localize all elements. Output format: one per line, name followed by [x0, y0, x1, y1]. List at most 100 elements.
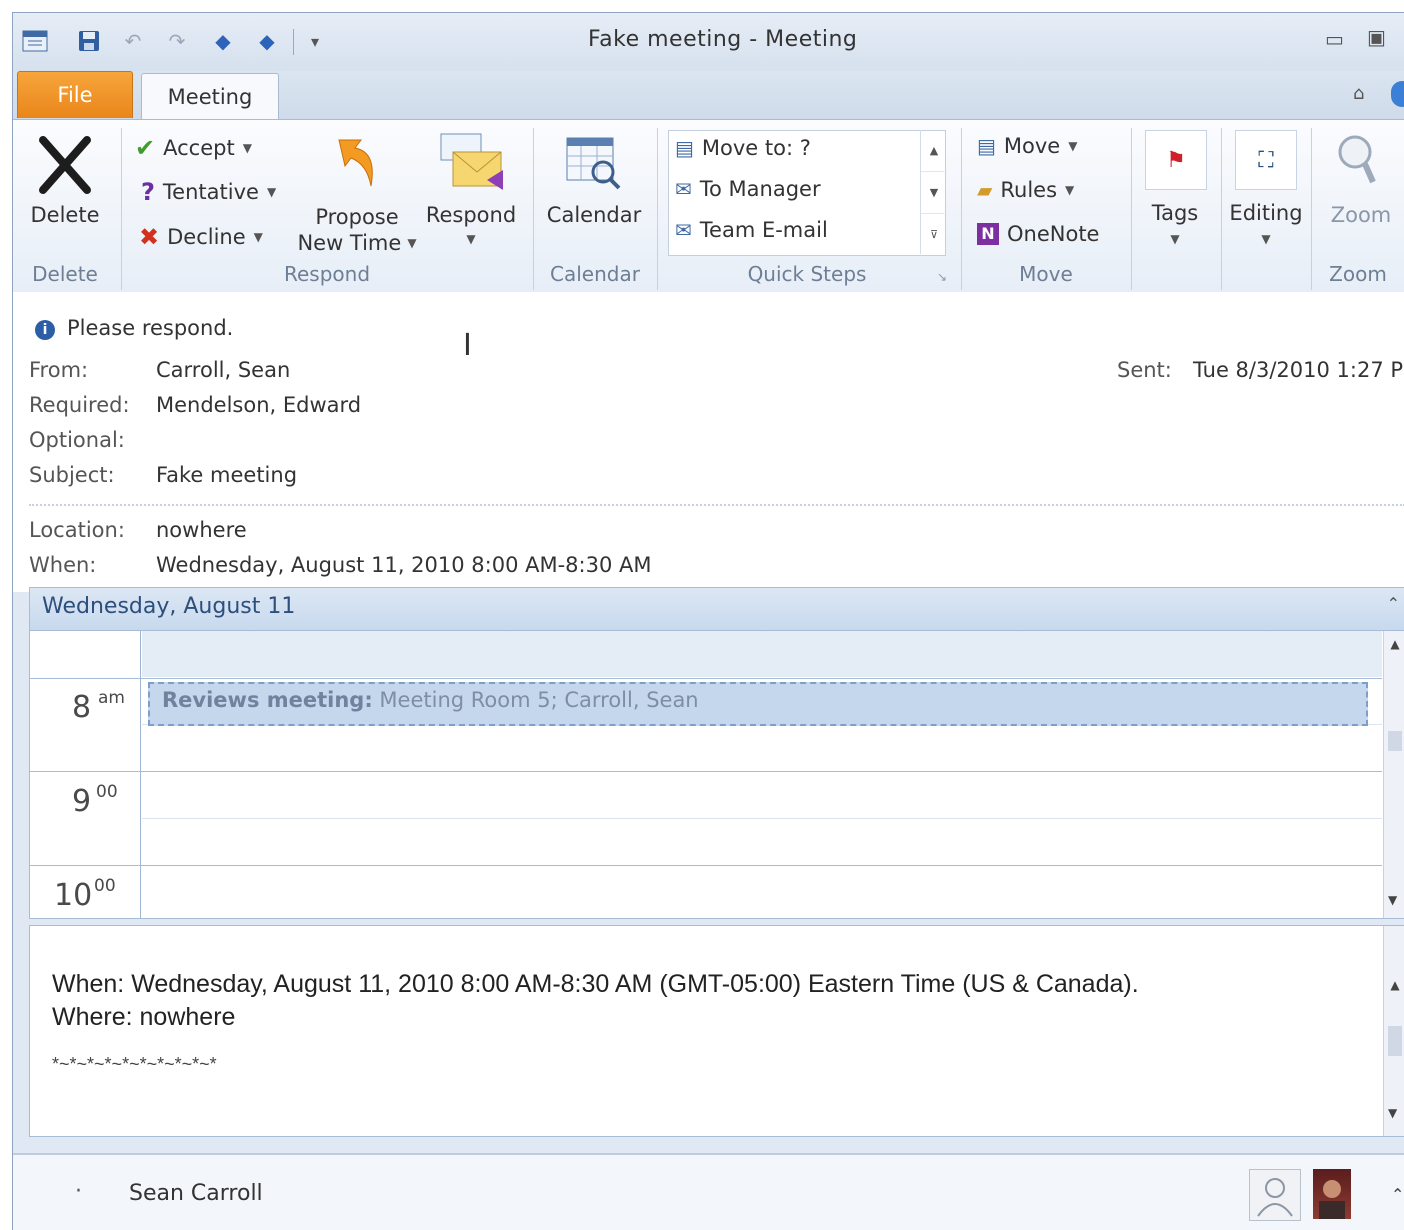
tab-meeting[interactable]: Meeting: [141, 73, 279, 120]
sent-label: Sent:: [1117, 358, 1172, 382]
save-icon[interactable]: [75, 27, 103, 55]
dropdown-arrow-icon: ▼: [466, 232, 476, 246]
info-icon: i: [35, 320, 55, 340]
previous-item-icon[interactable]: ◆: [209, 27, 237, 55]
body-scrollbar[interactable]: ▲ ▼: [1383, 926, 1404, 1136]
message-body[interactable]: When: Wednesday, August 11, 2010 8:00 AM…: [29, 925, 1404, 1137]
group-separator: [1131, 128, 1132, 290]
undo-icon[interactable]: ↶: [119, 27, 147, 55]
tentative-button[interactable]: ? Tentative ▼: [141, 178, 276, 206]
onenote-icon: N: [977, 223, 999, 245]
zoom-button-label: Zoom: [1330, 203, 1392, 227]
scroll-up-icon[interactable]: ▲: [1384, 637, 1404, 651]
half-hour-line: [142, 818, 1382, 819]
magnifier-icon: [1338, 135, 1376, 184]
scroll-down-icon[interactable]: ▼: [921, 172, 947, 214]
customize-qat-icon[interactable]: ▾: [301, 27, 329, 55]
contact-photo: [1319, 1180, 1345, 1219]
propose-new-time-label: Propose New Time ▼: [297, 204, 417, 256]
delete-x-icon: [39, 136, 91, 194]
conflicting-appointment[interactable]: Reviews meeting: Meeting Room 5; Carroll…: [148, 682, 1368, 726]
appointment-details: Meeting Room 5; Carroll, Sean: [372, 688, 699, 712]
dialog-launcher-icon[interactable]: ↘: [937, 270, 947, 284]
respond-button[interactable]: [437, 130, 507, 196]
hour-line: [30, 865, 1382, 866]
calendar-button-label: Calendar: [546, 203, 642, 227]
hour-line: [30, 678, 1382, 679]
onenote-button[interactable]: N OneNote: [977, 222, 1099, 246]
message-header: i Please respond. I From: Carroll, Sean …: [13, 292, 1404, 592]
minimize-ribbon-icon[interactable]: ⌂: [1353, 83, 1364, 104]
accept-button[interactable]: ✔ Accept ▼: [135, 134, 252, 162]
delete-button[interactable]: [33, 132, 97, 202]
dropdown-arrow-icon: ▼: [1065, 183, 1075, 197]
tags-button[interactable]: ⚑: [1145, 130, 1207, 190]
propose-new-time-button[interactable]: [331, 134, 391, 194]
team-email-icon: ✉: [675, 218, 692, 242]
hour-10-suffix: 00: [94, 876, 116, 896]
forward-mail-icon: ✉: [675, 177, 692, 201]
tab-file[interactable]: File: [17, 71, 133, 118]
more-icon[interactable]: ⊽: [921, 214, 947, 255]
binoculars-icon: ⛶: [1258, 147, 1274, 173]
scroll-down-icon[interactable]: ▼: [1388, 1106, 1397, 1120]
expand-people-pane-icon[interactable]: ⌃: [1391, 1185, 1404, 1204]
redo-icon[interactable]: ↷: [163, 27, 191, 55]
hour-8-suffix: am: [98, 688, 125, 708]
propose-label-line1: Propose: [315, 205, 399, 229]
scroll-thumb[interactable]: [1388, 1026, 1402, 1056]
quick-steps-scroll: ▲ ▼ ⊽: [920, 130, 947, 254]
quick-step-to-manager-label: To Manager: [699, 177, 821, 201]
body-separator-line: *~*~*~*~*~*~*~*~*~*: [52, 1054, 217, 1074]
rules-button[interactable]: ▰ Rules ▼: [977, 178, 1074, 202]
quick-step-team-email[interactable]: ✉ Team E-mail: [675, 218, 828, 242]
quick-step-move-to[interactable]: ▤ Move to: ?: [675, 136, 811, 160]
scroll-thumb[interactable]: [1388, 731, 1402, 751]
dropdown-arrow-icon: ▼: [1068, 139, 1078, 153]
group-respond-label: Respond: [283, 262, 371, 286]
calendar-day-label: Wednesday, August 11: [42, 594, 296, 619]
subject-label: Subject:: [29, 463, 115, 487]
dropdown-arrow-icon: ▼: [1261, 232, 1271, 246]
body-when-line: When: Wednesday, August 11, 2010 8:00 AM…: [52, 970, 1139, 998]
from-value[interactable]: Carroll, Sean: [156, 358, 290, 382]
minimize-icon[interactable]: ▭: [1325, 27, 1344, 51]
restore-icon[interactable]: ▣: [1367, 25, 1386, 49]
scroll-up-icon[interactable]: ▲: [1384, 978, 1404, 992]
accept-label: Accept: [163, 136, 235, 160]
person-silhouette-icon: [1257, 1178, 1293, 1217]
propose-label-line2: New Time: [297, 231, 402, 255]
quick-step-to-manager[interactable]: ✉ To Manager: [675, 177, 821, 201]
appointment-text: Reviews meeting: Meeting Room 5; Carroll…: [162, 688, 699, 712]
decline-button[interactable]: ✖ Decline ▼: [139, 223, 263, 251]
dropdown-arrow-icon: ▼: [242, 141, 252, 155]
group-calendar-label: Calendar: [550, 262, 640, 286]
collapse-icon[interactable]: ⌃: [1387, 594, 1400, 613]
question-mark-icon: ?: [141, 178, 155, 206]
move-icon: ▤: [977, 134, 996, 158]
default-avatar[interactable]: [1249, 1169, 1301, 1221]
tentative-label: Tentative: [162, 180, 259, 204]
quick-step-team-email-label: Team E-mail: [699, 218, 828, 242]
avatar[interactable]: [1313, 1169, 1351, 1219]
calendar-button[interactable]: [561, 132, 625, 196]
all-day-row: [142, 631, 1382, 677]
move-button[interactable]: ▤ Move ▼: [977, 134, 1077, 158]
group-move-label: Move: [1019, 262, 1073, 286]
required-value[interactable]: Mendelson, Edward: [156, 393, 361, 417]
outlook-app-icon[interactable]: [21, 27, 49, 55]
dropdown-arrow-icon: ▼: [407, 236, 417, 250]
tags-label: Tags ▼: [1135, 200, 1215, 252]
calendar-scrollbar[interactable]: ▲ ▼: [1383, 631, 1404, 918]
sent-value: Tue 8/3/2010 1:27 PM: [1193, 358, 1404, 382]
zoom-button[interactable]: [1333, 130, 1383, 194]
editing-button[interactable]: ⛶: [1235, 130, 1297, 190]
scroll-up-icon[interactable]: ▲: [921, 130, 947, 172]
scroll-down-icon[interactable]: ▼: [1388, 893, 1397, 907]
respond-label-text: Respond: [425, 203, 517, 227]
location-value: nowhere: [156, 518, 247, 542]
next-item-icon[interactable]: ◆: [253, 27, 281, 55]
hour-8-label: 8: [72, 690, 92, 725]
contact-name[interactable]: Sean Carroll: [129, 1181, 263, 1206]
help-icon[interactable]: [1391, 81, 1404, 107]
